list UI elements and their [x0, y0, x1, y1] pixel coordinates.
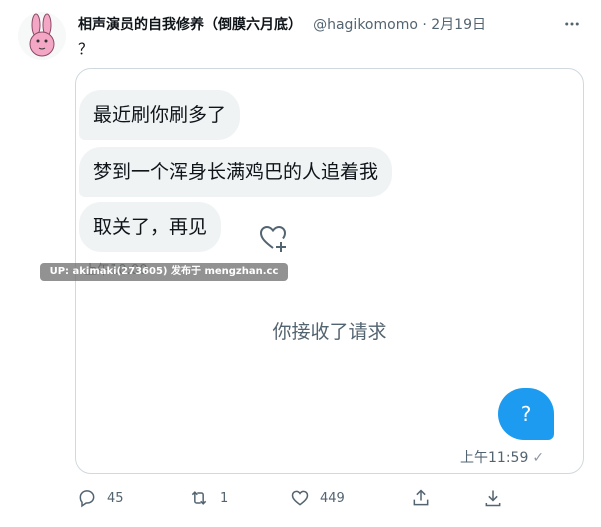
sent-time-status: 上午11:59 ✓	[460, 447, 544, 467]
like-count: 449	[320, 490, 345, 506]
avatar-bunny-image	[18, 12, 66, 60]
watermark-banner: UP: akimaki(273605) 发布于 mengzhan.cc	[40, 263, 288, 281]
message-bubble-1: 最近刷你刷多了	[79, 90, 241, 140]
author-name[interactable]: 相声演员的自我修养（倒膜六月底）	[78, 17, 302, 33]
tweet-action-bar: 45 1 449	[0, 486, 601, 512]
sent-message-bubble: ?	[498, 388, 554, 440]
share-icon	[413, 489, 429, 506]
sent-time: 上午11:59	[460, 450, 529, 466]
retweet-icon	[191, 491, 207, 505]
reply-icon	[79, 490, 95, 508]
add-reaction-button[interactable]	[257, 222, 289, 254]
share-button[interactable]	[411, 488, 431, 508]
retweet-button[interactable]: 1	[188, 488, 228, 508]
like-button[interactable]: 449	[290, 488, 345, 508]
reply-button[interactable]: 45	[77, 488, 124, 508]
download-button[interactable]	[483, 488, 503, 508]
reply-count: 45	[107, 490, 124, 506]
tweet-text: ？	[78, 40, 94, 58]
check-icon: ✓	[532, 450, 545, 466]
author-handle-date[interactable]: @hagikomomo · 2月19日	[313, 17, 486, 33]
more-icon	[565, 22, 579, 26]
like-icon	[291, 490, 309, 506]
avatar[interactable]	[18, 12, 66, 60]
heart-add-icon	[259, 225, 287, 252]
download-icon	[485, 490, 501, 507]
request-accepted-text: 你接收了请求	[272, 321, 387, 343]
message-bubble-2: 梦到一个浑身长满鸡巴的人追着我	[79, 147, 393, 197]
more-options-button[interactable]	[558, 10, 586, 38]
retweet-count: 1	[220, 490, 229, 506]
message-bubble-3: 取关了，再见	[79, 202, 222, 252]
tweet-header: 相声演员的自我修养（倒膜六月底） @hagikomomo · 2月19日	[78, 14, 486, 34]
